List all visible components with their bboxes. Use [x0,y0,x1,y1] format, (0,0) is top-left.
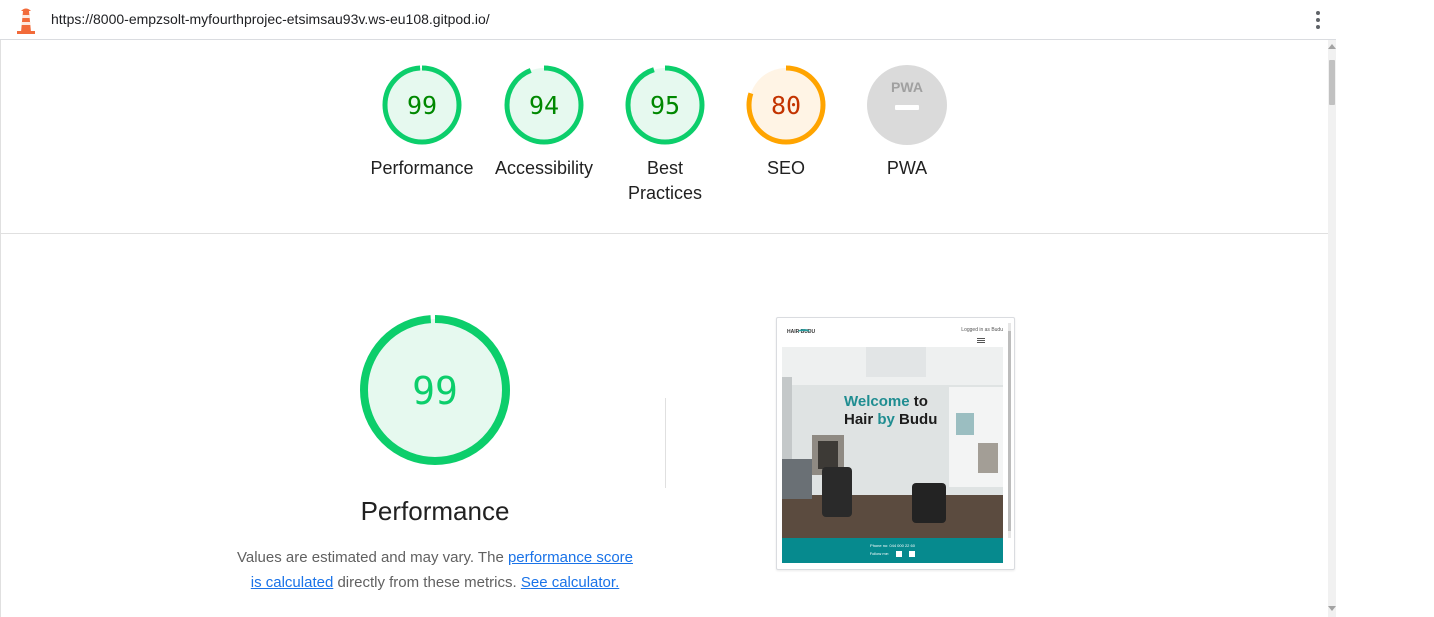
gauge-best-practices[interactable]: 95 Best Practices [610,64,720,206]
footer-follow: Follow me: [782,551,1003,557]
pwa-badge-text: PWA [891,79,923,95]
divider [665,398,666,488]
performance-title: Performance [360,496,510,526]
screenshot-scrollbar [1008,323,1011,538]
performance-description: Values are estimated and may vary. The p… [231,545,639,595]
salon-photo [782,347,1003,538]
gauge-ring: 80 [746,65,826,145]
desc-text-1: Values are estimated and may vary. The [236,549,508,566]
gauge-label: Best Practices [610,156,720,206]
site-footer: Phone no: 044 000 22 60 Follow me: [782,538,1003,563]
performance-ring: 99 [360,315,510,465]
gauge-accessibility[interactable]: 94 Accessibility [489,64,599,181]
pwa-badge-icon: PWA [867,65,947,145]
gauge-score: 99 [407,91,437,120]
gauge-score: 95 [650,91,680,120]
login-status: Logged in as Budu [961,327,1003,333]
hero-word-by: by [877,411,895,428]
gauge-score: 94 [529,91,559,120]
logo-swoosh-icon [798,329,810,335]
hero-image: Welcome to Hair by Budu [782,347,1003,538]
hero-word-welcome: Welcome [844,393,910,410]
gauge-score: 80 [771,91,801,120]
final-screenshot[interactable]: HAIR BUDU Logged in as Budu Welcome to H… [776,317,1015,570]
page-scrollbar[interactable] [1328,40,1336,617]
see-calculator-link[interactable]: See calculator. [521,574,619,591]
scrollbar-thumb[interactable] [1329,60,1335,105]
instagram-icon [909,551,916,557]
desc-text-2: directly from these metrics. [333,574,521,591]
url-text[interactable]: https://8000-empzsolt-myfourthprojec-ets… [51,11,490,27]
hamburger-menu-icon [977,337,985,344]
scroll-down-icon[interactable] [1328,606,1336,611]
gauge-seo[interactable]: 80 SEO [731,64,841,181]
gauge-label-line2: Practices [627,183,703,203]
gauge-label: SEO [766,158,805,178]
gauge-label: Performance [370,158,474,178]
gauges-header: 99 Performance 94 Accessibility 95 Best … [1,40,1329,234]
scroll-up-icon[interactable] [1328,44,1336,49]
footer-phone: Phone no: 044 000 22 60 [870,543,915,548]
facebook-icon [896,551,903,557]
hero-word-budu: Budu [894,411,938,428]
more-vert-icon[interactable] [1308,8,1328,32]
gauge-ring: 94 [504,65,584,145]
lighthouse-report: 99 Performance 94 Accessibility 95 Best … [0,40,1329,617]
gauge-ring: 99 [382,65,462,145]
lighthouse-icon [17,8,35,34]
gauge-label: PWA [886,158,928,178]
site-header: HAIR BUDU Logged in as Budu [782,323,1007,347]
performance-gauge-large: 99 [359,314,511,471]
gauge-label-line1: Best [646,158,684,178]
hero-title: Welcome to Hair by Budu [844,393,954,429]
performance-score: 99 [412,369,458,413]
gauge-ring: 95 [625,65,705,145]
hero-word-hair: Hair [844,411,878,428]
hero-word-to: to [909,393,928,410]
address-bar: https://8000-empzsolt-myfourthprojec-ets… [0,0,1336,40]
gauge-label: Accessibility [494,158,594,178]
gauge-pwa[interactable]: PWA PWA [852,64,962,181]
gauge-performance[interactable]: 99 Performance [367,64,477,181]
